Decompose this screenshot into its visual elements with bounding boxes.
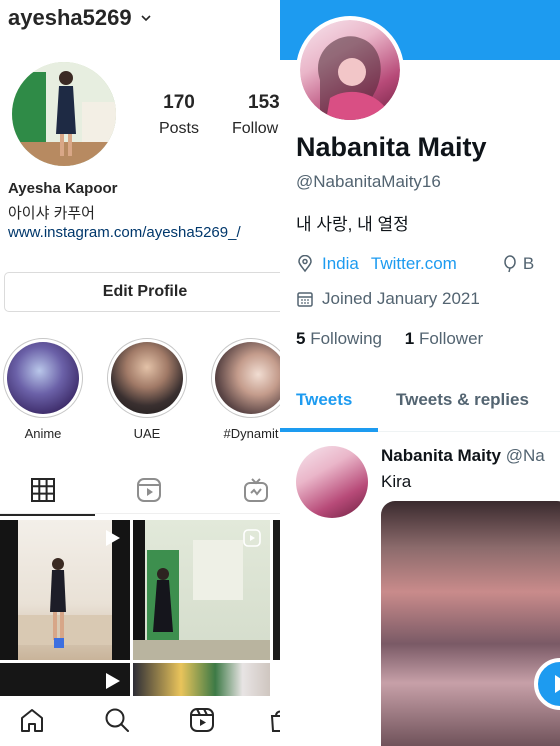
calendar-icon bbox=[297, 292, 313, 307]
tweet-text: Kira bbox=[381, 472, 412, 491]
edit-profile-button[interactable]: Edit Profile bbox=[4, 272, 280, 312]
followers-label: Follow bbox=[232, 120, 279, 137]
post-thumbnail[interactable] bbox=[133, 663, 270, 696]
play-icon bbox=[555, 675, 560, 693]
posts-value: 170 bbox=[163, 92, 195, 113]
followers-label: Follower bbox=[418, 329, 484, 348]
location-icon bbox=[298, 255, 312, 273]
bio: 내 사랑, 내 열정 bbox=[296, 215, 409, 234]
tweet-video-thumbnail[interactable] bbox=[381, 501, 560, 746]
profile-tabs bbox=[0, 466, 280, 514]
username-header[interactable]: ayesha5269 bbox=[8, 4, 152, 32]
reels-icon[interactable] bbox=[188, 706, 216, 734]
profile-meta-row: India Twitter.com B bbox=[296, 252, 534, 276]
avatar-photo bbox=[12, 62, 116, 166]
igtv-icon[interactable] bbox=[242, 476, 270, 504]
profile-tabs: Tweets Tweets & replies bbox=[280, 372, 560, 432]
search-icon[interactable] bbox=[103, 706, 131, 734]
reels-icon[interactable] bbox=[135, 476, 163, 504]
shop-icon[interactable] bbox=[266, 706, 280, 734]
display-name: Nabanita Maity bbox=[296, 132, 487, 162]
active-tab-indicator bbox=[280, 428, 378, 432]
tweet-author-handle: @Na bbox=[505, 446, 545, 465]
post-thumbnail[interactable] bbox=[273, 520, 280, 660]
highlight-ring bbox=[211, 338, 280, 418]
profile-link[interactable]: www.instagram.com/ayesha5269_/ bbox=[8, 224, 241, 241]
location-text: India bbox=[322, 254, 359, 273]
instagram-profile-panel: ayesha5269 170 Posts 153 Follow Ayesha K… bbox=[0, 0, 280, 746]
chevron-down-icon bbox=[140, 15, 151, 22]
highlight-thumbnail bbox=[7, 342, 79, 414]
highlight-ring bbox=[107, 338, 187, 418]
post-thumbnail[interactable] bbox=[0, 663, 130, 696]
posts-count[interactable]: 170 Posts bbox=[150, 92, 208, 138]
post-thumbnail[interactable] bbox=[0, 520, 130, 660]
tweet-header: Nabanita Maity @Na bbox=[381, 446, 545, 466]
highlight-anime[interactable]: Anime bbox=[2, 338, 84, 441]
highlight-uae[interactable]: UAE bbox=[106, 338, 188, 441]
handle: @NabanitaMaity16 bbox=[296, 172, 441, 191]
tweet-author-name[interactable]: Nabanita Maity bbox=[381, 446, 501, 465]
twitter-profile-panel: Nabanita Maity @NabanitaMaity16 내 사랑, 내 … bbox=[280, 0, 560, 746]
followers-count: 1 bbox=[404, 329, 415, 348]
avatar-illustration bbox=[318, 36, 384, 120]
tab-tweets-replies[interactable]: Tweets & replies bbox=[396, 390, 529, 410]
reels-icon bbox=[243, 529, 261, 547]
joined-row: Joined January 2021 bbox=[296, 287, 480, 311]
avatar[interactable] bbox=[296, 16, 404, 124]
following-link[interactable]: 5 Following bbox=[296, 329, 382, 348]
followers-value: 153 bbox=[248, 92, 280, 113]
bottom-navigation bbox=[0, 696, 280, 746]
highlight-thumbnail bbox=[215, 342, 280, 414]
highlight-thumbnail bbox=[111, 342, 183, 414]
tab-tweets[interactable]: Tweets bbox=[296, 390, 352, 410]
reel-play-icon bbox=[106, 673, 120, 689]
following-count: 5 bbox=[296, 329, 306, 348]
birthdate-text: B bbox=[522, 254, 535, 273]
full-name: Ayesha Kapoor bbox=[8, 180, 118, 197]
home-icon[interactable] bbox=[18, 706, 46, 734]
play-button[interactable] bbox=[534, 658, 560, 710]
avatar-photo bbox=[300, 20, 400, 120]
posts-label: Posts bbox=[158, 120, 199, 137]
post-thumbnail[interactable] bbox=[133, 520, 270, 660]
username: ayesha5269 bbox=[8, 5, 132, 30]
avatar[interactable] bbox=[12, 62, 116, 166]
following-label: Following bbox=[310, 329, 383, 348]
active-tab-indicator bbox=[0, 514, 95, 516]
website-link[interactable]: Twitter.com bbox=[371, 254, 457, 274]
balloon-icon bbox=[504, 255, 516, 273]
highlight-dynamite[interactable]: #Dynamit bbox=[210, 338, 280, 441]
joined-date: Joined January 2021 bbox=[322, 289, 480, 308]
grid-icon[interactable] bbox=[29, 476, 57, 504]
highlight-label: #Dynamit bbox=[223, 426, 279, 441]
bio: 아이샤 카푸어 bbox=[8, 205, 95, 222]
tweet-avatar[interactable] bbox=[296, 446, 368, 518]
follow-counts: 5 Following 1 Follower bbox=[296, 329, 483, 349]
highlight-label: UAE bbox=[133, 426, 161, 441]
highlight-ring bbox=[3, 338, 83, 418]
followers-link[interactable]: 1 Follower bbox=[405, 329, 483, 348]
followers-count[interactable]: 153 Follow bbox=[232, 92, 280, 138]
reel-play-icon bbox=[106, 530, 120, 546]
highlight-label: Anime bbox=[24, 426, 62, 441]
